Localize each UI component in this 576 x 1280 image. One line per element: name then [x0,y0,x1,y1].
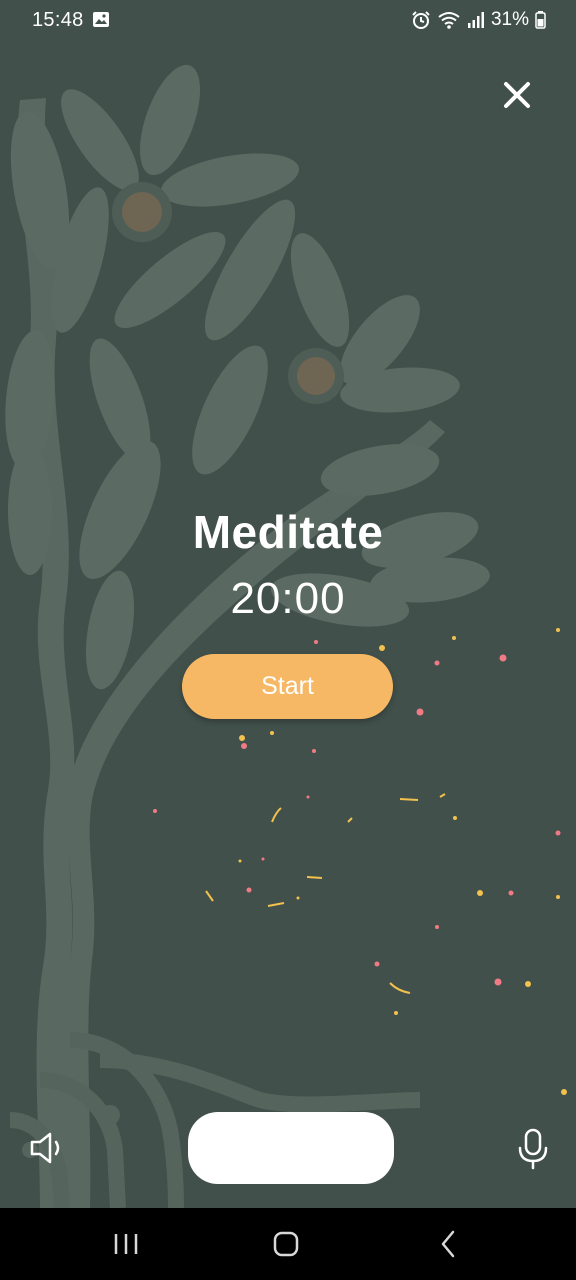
meditation-title: Meditate [192,506,384,558]
back-icon[interactable] [428,1226,468,1262]
start-button[interactable]: Start [182,654,393,719]
signal-icon [467,12,484,28]
recent-apps-icon[interactable] [106,1226,146,1262]
home-icon[interactable] [266,1226,306,1262]
voice-input-pill[interactable] [188,1112,394,1184]
speaker-icon[interactable] [28,1130,68,1166]
meditation-screen: 15:48 31% Meditate 20:00 Start [0,0,576,1208]
battery-icon [535,11,546,29]
gallery-icon [93,12,109,27]
status-bar: 15:48 31% [0,0,576,42]
alarm-icon [412,11,430,29]
navigation-bar [0,1208,576,1280]
microphone-icon[interactable] [514,1128,552,1170]
status-icons: 31% [411,9,546,31]
close-icon[interactable] [498,76,536,114]
wifi-icon [438,12,460,29]
tree-illustration [5,64,490,1208]
status-time: 15:48 [32,9,84,31]
meditation-timer: 20:00 [230,574,346,623]
battery-percent: 31% [490,9,529,30]
